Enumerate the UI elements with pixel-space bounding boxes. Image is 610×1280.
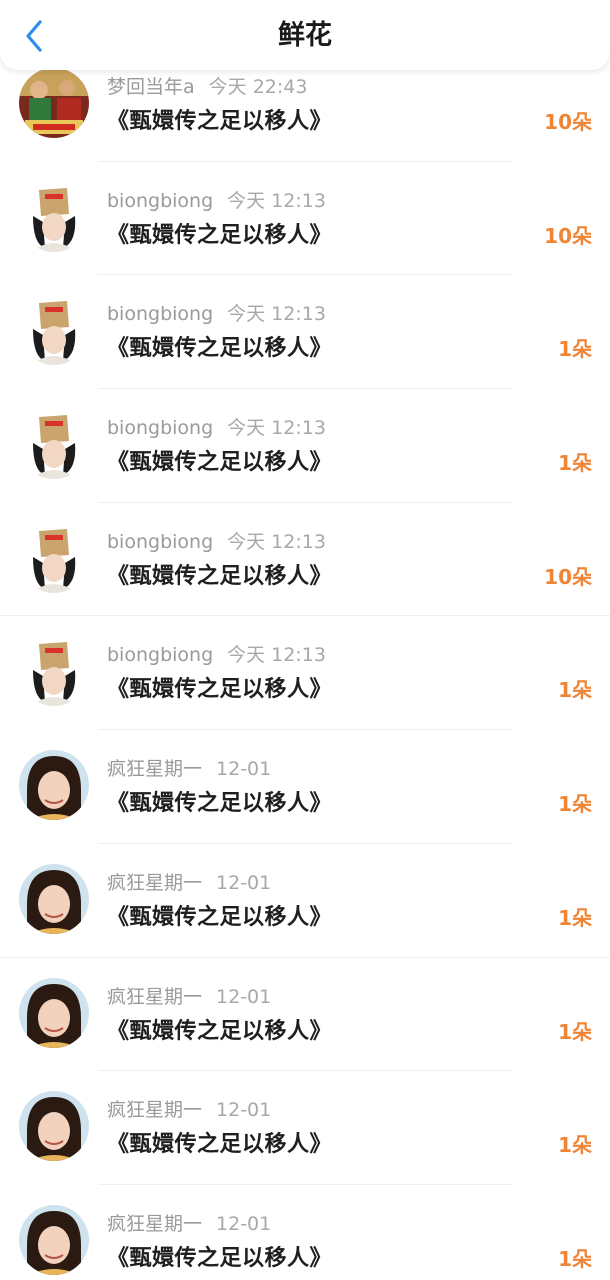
username[interactable]: 疯狂星期一: [107, 758, 202, 780]
work-title[interactable]: 《甄嬛传之足以移人》: [107, 334, 332, 364]
paper-bag-hat-girl-avatar-icon: [19, 181, 89, 252]
paper-bag-hat-girl-avatar-icon: [19, 409, 89, 480]
smiling-woman-avatar-icon: [19, 750, 89, 821]
flower-count: 10朵: [544, 223, 592, 248]
timestamp: 12-01: [216, 1099, 272, 1122]
avatar[interactable]: [19, 1204, 89, 1275]
item-meta: 疯狂星期一 12-01: [107, 985, 271, 1009]
item-meta: biongbiong 今天 12:13: [107, 302, 326, 326]
flower-count: 1朵: [558, 678, 592, 703]
movie-poster-avatar-icon: [19, 68, 89, 138]
item-meta: biongbiong 今天 12:13: [107, 530, 326, 554]
username[interactable]: biongbiong: [107, 303, 213, 325]
timestamp: 12-01: [216, 758, 272, 781]
work-title[interactable]: 《甄嬛传之足以移人》: [107, 789, 332, 819]
item-meta: 疯狂星期一 12-01: [107, 871, 271, 895]
avatar[interactable]: [19, 409, 89, 480]
username[interactable]: 疯狂星期一: [107, 986, 202, 1008]
username[interactable]: biongbiong: [107, 417, 213, 439]
timestamp: 今天 12:13: [227, 189, 326, 212]
work-title[interactable]: 《甄嬛传之足以移人》: [107, 1017, 332, 1047]
timestamp: 12-01: [216, 985, 272, 1008]
flower-count: 1朵: [558, 451, 592, 476]
smiling-woman-avatar-icon: [19, 1204, 89, 1275]
avatar[interactable]: [19, 636, 89, 707]
item-meta: biongbiong 今天 12:13: [107, 416, 326, 440]
username[interactable]: 疯狂星期一: [107, 1099, 202, 1121]
flower-count: 1朵: [558, 1019, 592, 1044]
avatar[interactable]: [19, 750, 89, 821]
list-item[interactable]: biongbiong 今天 12:13 《甄嬛传之足以移人》 1朵: [0, 389, 610, 503]
timestamp: 12-01: [216, 1212, 272, 1235]
flower-count: 1朵: [558, 792, 592, 817]
avatar[interactable]: [19, 1091, 89, 1162]
flower-count: 1朵: [558, 1133, 592, 1158]
flower-count: 10朵: [544, 110, 592, 134]
username[interactable]: biongbiong: [107, 644, 213, 666]
smiling-woman-avatar-icon: [19, 1091, 89, 1162]
work-title[interactable]: 《甄嬛传之足以移人》: [107, 448, 332, 478]
smiling-woman-avatar-icon: [19, 977, 89, 1048]
list-item[interactable]: biongbiong 今天 12:13 《甄嬛传之足以移人》 1朵: [0, 616, 610, 731]
list-item[interactable]: biongbiong 今天 12:13 《甄嬛传之足以移人》 1朵: [0, 275, 610, 390]
avatar[interactable]: [19, 522, 89, 593]
work-title[interactable]: 《甄嬛传之足以移人》: [107, 562, 332, 592]
work-title[interactable]: 《甄嬛传之足以移人》: [107, 675, 332, 705]
paper-bag-hat-girl-avatar-icon: [19, 522, 89, 593]
avatar[interactable]: [19, 863, 89, 934]
timestamp: 今天 22:43: [208, 76, 308, 98]
username[interactable]: biongbiong: [107, 531, 213, 553]
timestamp: 今天 12:13: [227, 644, 326, 667]
list-item[interactable]: biongbiong 今天 12:13 《甄嬛传之足以移人》 10朵: [0, 503, 610, 617]
avatar[interactable]: [19, 68, 89, 138]
username[interactable]: 疯狂星期一: [107, 1213, 202, 1235]
username[interactable]: biongbiong: [107, 190, 213, 212]
username[interactable]: 疯狂星期一: [107, 872, 202, 894]
item-meta: 疯狂星期一 12-01: [107, 1098, 271, 1122]
item-meta: 梦回当年a 今天 22:43: [107, 75, 307, 99]
item-meta: biongbiong 今天 12:13: [107, 643, 326, 667]
page-title: 鲜花: [278, 20, 332, 51]
flowers-page: 鲜花 梦回当年a 今天 22:43 《甄嬛传之足以移人》 10朵 biongbi…: [0, 0, 610, 1280]
timestamp: 今天 12:13: [227, 530, 326, 553]
avatar[interactable]: [19, 295, 89, 366]
list-item[interactable]: 疯狂星期一 12-01 《甄嬛传之足以移人》 1朵: [0, 844, 610, 958]
item-meta: 疯狂星期一 12-01: [107, 1212, 271, 1236]
item-meta: biongbiong 今天 12:13: [107, 189, 326, 213]
timestamp: 今天 12:13: [227, 417, 326, 440]
paper-bag-hat-girl-avatar-icon: [19, 295, 89, 366]
smiling-woman-avatar-icon: [19, 863, 89, 934]
flower-list: 梦回当年a 今天 22:43 《甄嬛传之足以移人》 10朵 biongbiong: [0, 48, 610, 1280]
username[interactable]: 梦回当年a: [107, 76, 195, 98]
flower-count: 10朵: [544, 564, 592, 589]
list-item[interactable]: biongbiong 今天 12:13 《甄嬛传之足以移人》 10朵: [0, 162, 610, 276]
timestamp: 12-01: [216, 871, 272, 894]
avatar[interactable]: [19, 181, 89, 252]
work-title[interactable]: 《甄嬛传之足以移人》: [107, 221, 332, 251]
work-title[interactable]: 《甄嬛传之足以移人》: [107, 1244, 332, 1274]
flower-count: 1朵: [558, 1246, 592, 1271]
avatar[interactable]: [19, 977, 89, 1048]
paper-bag-hat-girl-avatar-icon: [19, 636, 89, 707]
flower-count: 1朵: [558, 337, 592, 362]
work-title[interactable]: 《甄嬛传之足以移人》: [107, 903, 332, 933]
item-meta: 疯狂星期一 12-01: [107, 757, 271, 781]
work-title[interactable]: 《甄嬛传之足以移人》: [107, 107, 332, 137]
work-title[interactable]: 《甄嬛传之足以移人》: [107, 1130, 332, 1160]
list-item[interactable]: 疯狂星期一 12-01 《甄嬛传之足以移人》 1朵: [0, 1185, 610, 1280]
flower-count: 1朵: [558, 905, 592, 930]
timestamp: 今天 12:13: [227, 303, 326, 326]
list-item[interactable]: 疯狂星期一 12-01 《甄嬛传之足以移人》 1朵: [0, 958, 610, 1072]
list-item[interactable]: 疯狂星期一 12-01 《甄嬛传之足以移人》 1朵: [0, 1071, 610, 1185]
top-bar: 鲜花: [0, 0, 610, 70]
list-item[interactable]: 疯狂星期一 12-01 《甄嬛传之足以移人》 1朵: [0, 730, 610, 844]
